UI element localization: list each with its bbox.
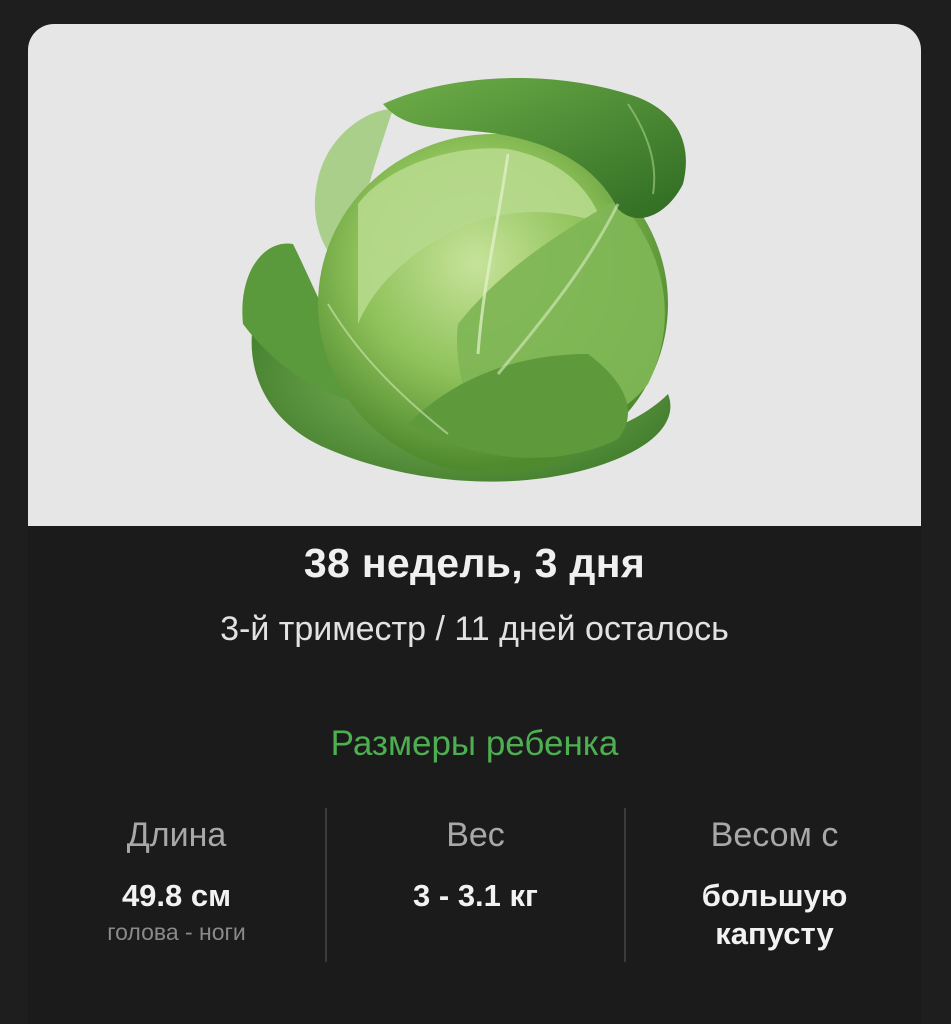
comparison-label: Весом с bbox=[710, 816, 839, 854]
comparison-value-line2: капусту bbox=[715, 916, 834, 951]
length-value: 49.8 см bbox=[121, 878, 232, 913]
length-note: голова - ноги bbox=[107, 919, 246, 945]
pregnancy-week-title: 38 недель, 3 дня bbox=[303, 540, 646, 586]
comparison-value-line1: большую bbox=[701, 878, 848, 913]
weight-label: Вес bbox=[446, 816, 505, 854]
cabbage-icon bbox=[242, 77, 686, 482]
baby-size-section-title: Размеры ребенка bbox=[330, 724, 619, 763]
comparison-value: большую капусту bbox=[626, 877, 921, 953]
fruit-image bbox=[28, 24, 921, 526]
week-info-card: 38 недель, 3 дня 3-й триместр / 11 дней … bbox=[28, 24, 921, 1024]
weight-value: 3 - 3.1 кг bbox=[413, 878, 538, 913]
size-comparison-stat: Весом с большую капусту bbox=[626, 808, 921, 953]
trimester-remaining-subtitle: 3-й триместр / 11 дней осталось bbox=[220, 610, 729, 648]
length-label: Длина bbox=[126, 816, 227, 854]
length-stat: Длина 49.8 см голова - ноги bbox=[28, 808, 325, 946]
weight-stat: Вес 3 - 3.1 кг bbox=[327, 808, 624, 915]
baby-size-stats: Длина 49.8 см голова - ноги Вес 3 - 3.1 … bbox=[28, 808, 921, 968]
